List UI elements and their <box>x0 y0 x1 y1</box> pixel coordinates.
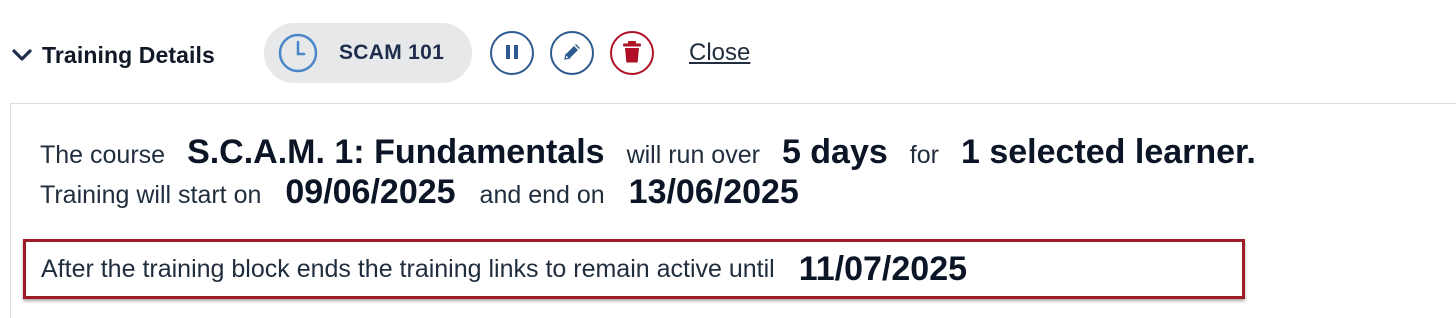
training-details-header: Training Details SCAM 101 Close <box>0 0 1456 104</box>
edit-button[interactable] <box>550 31 594 75</box>
learner-count: 1 selected learner. <box>960 133 1256 171</box>
training-details-toggle[interactable]: Training Details <box>10 38 240 72</box>
schedule-line: Training will start on 09/06/2025 and en… <box>40 173 799 212</box>
pause-icon <box>502 42 522 65</box>
summary-text: The course <box>40 141 166 169</box>
summary-text: will run over <box>626 141 760 169</box>
course-code-badge: SCAM 101 <box>264 23 472 83</box>
course-duration: 5 days <box>781 133 888 171</box>
section-title: Training Details <box>42 41 215 68</box>
course-name: S.C.A.M. 1: Fundamentals <box>187 133 605 171</box>
links-expiry-date: 11/07/2025 <box>798 249 968 288</box>
notice-text: After the training block ends the traini… <box>41 254 775 283</box>
clock-icon <box>278 33 318 73</box>
course-code: SCAM 101 <box>339 41 445 64</box>
training-details-page: Training Details SCAM 101 Close The cour… <box>0 0 1456 318</box>
course-summary-line: The course S.C.A.M. 1: Fundamentals will… <box>40 133 1256 172</box>
links-active-notice: After the training block ends the traini… <box>23 239 1245 299</box>
summary-text: for <box>909 141 939 169</box>
start-date: 09/06/2025 <box>285 173 456 211</box>
delete-button[interactable] <box>610 31 654 75</box>
close-link[interactable]: Close <box>689 39 750 67</box>
chevron-down-icon <box>10 43 34 67</box>
trash-icon <box>621 40 643 67</box>
schedule-text: and end on <box>479 181 605 209</box>
pencil-icon <box>560 40 584 67</box>
pause-button[interactable] <box>490 31 534 75</box>
schedule-text: Training will start on <box>40 181 262 209</box>
end-date: 13/06/2025 <box>628 173 799 211</box>
